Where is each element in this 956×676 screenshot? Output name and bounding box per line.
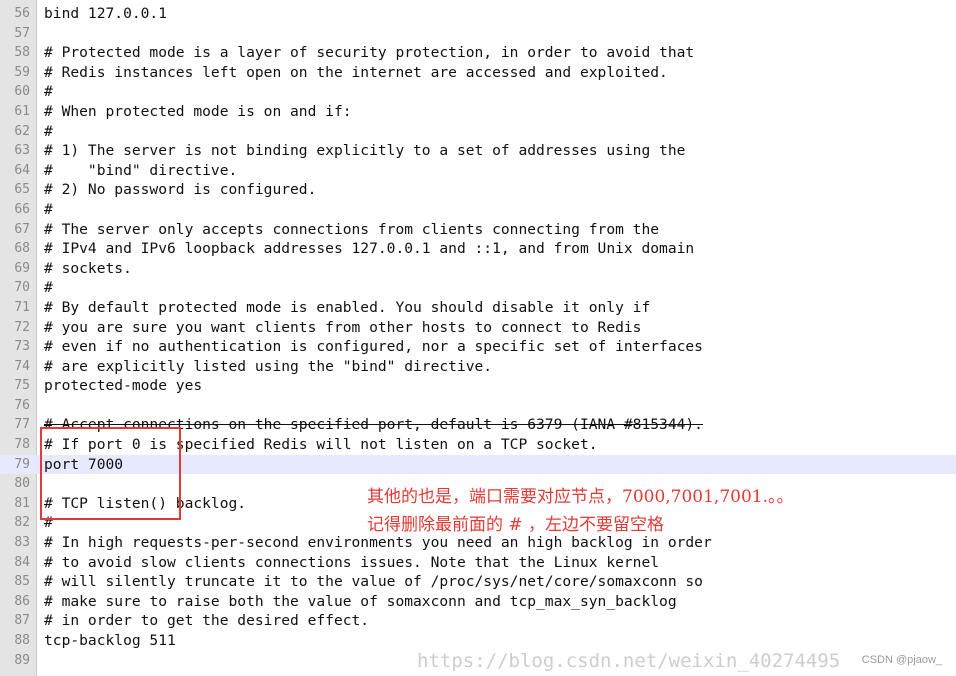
line-number: 72 [14,319,30,335]
line-number: 69 [14,260,30,276]
line-text[interactable]: # The server only accepts connections fr… [44,220,659,240]
code-line[interactable]: 72 # you are sure you want clients from o… [0,318,956,338]
line-number: 85 [14,574,30,590]
line-text[interactable]: # 2) No password is configured. [44,180,316,200]
code-line[interactable]: 59 # Redis instances left open on the int… [0,63,956,83]
line-text[interactable]: # [44,200,53,220]
code-line[interactable]: 67 # The server only accepts connections … [0,220,956,240]
code-editor[interactable]: 56 bind 127.0.0.1 57 58 # Protected mode is … [0,0,956,676]
line-number: 68 [14,241,30,257]
line-number: 67 [14,221,30,237]
line-text[interactable]: # [44,82,53,102]
line-number: 87 [14,613,30,629]
line-text[interactable]: # even if no authentication is configure… [44,337,703,357]
line-text[interactable]: # to avoid slow clients connections issu… [44,553,659,573]
code-line[interactable]: 84 # to avoid slow clients connections is… [0,553,956,573]
line-text[interactable]: # you are sure you want clients from oth… [44,318,641,338]
line-number: 59 [14,64,30,80]
line-number: 75 [14,378,30,394]
code-line[interactable]: 74 # are explicitly listed using the "bin… [0,357,956,377]
line-text[interactable]: # By default protected mode is enabled. … [44,298,650,318]
line-text[interactable]: protected-mode yes [44,376,202,396]
code-line[interactable]: 61 # When protected mode is on and if: [0,102,956,122]
line-number: 71 [14,299,30,315]
line-text[interactable]: # [44,278,53,298]
line-number: 61 [14,103,30,119]
line-text[interactable]: bind 127.0.0.1 [44,4,167,24]
line-number: 63 [14,143,30,159]
code-lines[interactable]: 56 bind 127.0.0.1 57 58 # Protected mode is … [0,4,956,670]
line-text[interactable]: # 1) The server is not binding explicitl… [44,141,685,161]
line-number: 66 [14,201,30,217]
line-number: 58 [14,45,30,61]
line-number: 83 [14,535,30,551]
csdn-author-tag: CSDN @pjaow_ [861,654,942,666]
code-line[interactable]: 60 # [0,82,956,102]
code-line[interactable]: 87 # in order to get the desired effect. [0,611,956,631]
code-line[interactable]: 62 # [0,122,956,142]
line-number: 82 [14,515,30,531]
code-line[interactable]: 56 bind 127.0.0.1 [0,4,956,24]
line-number: 60 [14,84,30,100]
line-number: 77 [14,417,30,433]
annotation-note-2: 记得删除最前面的 # ，左边不要留空格 [367,515,665,535]
code-line[interactable]: 64 # "bind" directive. [0,161,956,181]
line-number: 89 [14,652,30,668]
annotation-note-1: 其他的也是，端口需要对应节点，7000,7001,7001.。。 [367,487,794,507]
line-text[interactable]: # Protected mode is a layer of security … [44,43,694,63]
code-line[interactable]: 73 # even if no authentication is configu… [0,337,956,357]
line-number: 70 [14,280,30,296]
line-text[interactable]: # make sure to raise both the value of s… [44,592,677,612]
watermark-url: https://blog.csdn.net/weixin_40274495 [417,650,841,672]
line-text[interactable]: # In high requests-per-second environmen… [44,533,712,553]
line-number: 86 [14,593,30,609]
line-number: 76 [14,397,30,413]
line-text[interactable]: # will silently truncate it to the value… [44,572,703,592]
code-line[interactable]: 66 # [0,200,956,220]
line-number: 84 [14,554,30,570]
line-number: 64 [14,162,30,178]
code-line[interactable]: 88 tcp-backlog 511 [0,631,956,651]
line-number: 62 [14,123,30,139]
line-text[interactable]: # are explicitly listed using the "bind"… [44,357,492,377]
code-line[interactable]: 83 # In high requests-per-second environm… [0,533,956,553]
line-number: 80 [14,476,30,492]
line-number: 74 [14,358,30,374]
code-line[interactable]: 76 [0,396,956,416]
line-number: 88 [14,633,30,648]
code-line[interactable]: 69 # sockets. [0,259,956,279]
code-line[interactable]: 68 # IPv4 and IPv6 loopback addresses 127… [0,239,956,259]
code-line[interactable]: 58 # Protected mode is a layer of securit… [0,43,956,63]
code-line[interactable]: 57 [0,24,956,44]
line-text[interactable]: # IPv4 and IPv6 loopback addresses 127.0… [44,239,694,259]
code-line[interactable]: 65 # 2) No password is configured. [0,180,956,200]
code-line[interactable]: 63 # 1) The server is not binding explici… [0,141,956,161]
code-line[interactable]: 70 # [0,278,956,298]
highlight-box [40,427,181,520]
line-text[interactable]: # [44,122,53,142]
line-number: 57 [14,25,30,41]
line-text[interactable]: # in order to get the desired effect. [44,611,369,631]
code-line[interactable]: 85 # will silently truncate it to the val… [0,572,956,592]
line-number: 78 [14,437,30,453]
code-line[interactable]: 71 # By default protected mode is enabled… [0,298,956,318]
line-text[interactable]: # "bind" directive. [44,161,237,181]
line-number: 56 [14,6,30,21]
line-text[interactable]: # Redis instances left open on the inter… [44,63,668,83]
line-text[interactable]: # When protected mode is on and if: [44,102,352,122]
line-number: 81 [14,495,30,511]
code-line[interactable]: 86 # make sure to raise both the value of… [0,592,956,612]
line-text[interactable]: # sockets. [44,259,132,279]
line-number: 65 [14,182,30,198]
line-number: 73 [14,339,30,355]
code-line[interactable]: 75 protected-mode yes [0,376,956,396]
line-number: 79 [14,456,30,472]
line-text[interactable]: tcp-backlog 511 [44,631,176,651]
